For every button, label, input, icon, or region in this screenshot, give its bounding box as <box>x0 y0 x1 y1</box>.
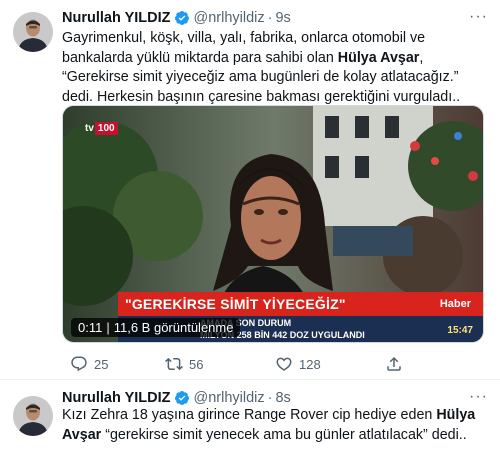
tweet-text-bold: Hülya Avşar <box>337 49 420 66</box>
tweet-header: Nurullah YILDIZ @nrlhyildiz · 9s <box>62 10 291 26</box>
avatar-image <box>13 396 53 436</box>
author-name[interactable]: Nurullah YILDIZ <box>62 390 171 406</box>
separator-dot: · <box>267 390 273 406</box>
avatar[interactable] <box>13 12 53 52</box>
retweet-icon <box>165 357 183 371</box>
tweet-header: Nurullah YILDIZ @nrlhyildiz · 8s <box>62 390 291 406</box>
channel-number: 100 <box>94 122 118 135</box>
verified-badge-icon <box>174 391 189 405</box>
like-button[interactable]: 128 <box>275 355 385 373</box>
more-icon[interactable]: ··· <box>469 8 488 26</box>
channel-logo: tv 100 <box>85 122 118 135</box>
badge-separator: | <box>106 320 110 335</box>
reply-icon <box>71 356 87 372</box>
share-button[interactable] <box>385 355 409 373</box>
tweet[interactable]: Nurullah YILDIZ @nrlhyildiz · 9s ··· Gay… <box>0 0 500 380</box>
broadcast-clock: 15:47 <box>447 325 473 336</box>
tweet-text: Kızı Zehra 18 yaşına girince Range Rover… <box>62 406 488 445</box>
view-count: 11,6 B görüntülenme <box>113 320 234 335</box>
more-icon[interactable]: ··· <box>469 388 488 406</box>
tweet-text-part: “gerekirse simit yenecek ama bu günler a… <box>101 426 467 443</box>
author-name[interactable]: Nurullah YILDIZ <box>62 10 171 26</box>
tweet-timestamp[interactable]: 9s <box>275 10 290 26</box>
tweet-text-part: Kızı Zehra 18 yaşına girince Range Rover… <box>62 407 437 423</box>
reply-count: 25 <box>94 356 109 372</box>
avatar-image <box>13 12 53 52</box>
tweet-text: Gayrimenkul, köşk, villa, yalı, fabrika,… <box>62 29 488 107</box>
banner-headline: "GEREKİRSE SİMİT YİYECEĞİZ" <box>125 296 346 312</box>
channel-name: tv <box>85 123 94 134</box>
heart-icon <box>276 357 292 371</box>
retweet-button[interactable]: 56 <box>165 355 275 373</box>
verified-badge-icon <box>174 11 189 25</box>
video-duration-badge: 0:11 | 11,6 B görüntülenme <box>71 318 241 337</box>
avatar[interactable] <box>13 396 53 436</box>
share-icon <box>387 356 401 371</box>
like-count: 128 <box>299 356 321 372</box>
banner-brand: Haber <box>439 298 471 310</box>
reply-button[interactable]: 25 <box>70 355 165 373</box>
video-player[interactable]: tv 100 "GEREKİRSE SİMİT YİYECEĞİZ" Haber … <box>62 105 484 343</box>
author-handle[interactable]: @nrlhyildiz <box>194 10 265 26</box>
separator-dot: · <box>267 10 273 26</box>
tweet-timestamp[interactable]: 8s <box>275 390 290 406</box>
video-duration: 0:11 <box>78 320 103 335</box>
author-handle[interactable]: @nrlhyildiz <box>194 390 265 406</box>
retweet-count: 56 <box>189 356 204 372</box>
tweet-actions: 25 56 128 <box>62 355 409 373</box>
tweet[interactable]: Nurullah YILDIZ @nrlhyildiz · 8s ··· Kız… <box>0 380 500 450</box>
